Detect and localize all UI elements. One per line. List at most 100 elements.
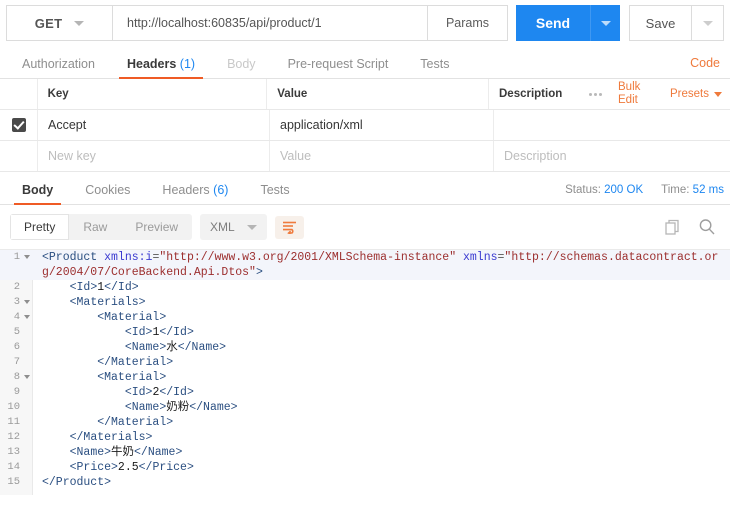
code-token: <Name> [124,341,167,354]
response-tab-tests[interactable]: Tests [244,182,305,205]
header-key-value: Accept [48,118,87,132]
status-value: 200 OK [604,184,644,196]
line-number: 10 [7,401,20,413]
http-method-label: GET [34,15,63,31]
bulk-edit-button[interactable]: Bulk Edit [614,81,654,107]
word-wrap-icon[interactable] [274,215,304,239]
tab-label: Tests [260,182,290,197]
new-header-value-input[interactable]: Value [270,141,494,171]
new-header-description-input[interactable]: Description [494,141,730,171]
line-number: 5 [13,326,20,338]
new-header-key-input[interactable]: New key [38,141,270,171]
dot [589,92,592,96]
presets-button[interactable]: Presets [654,88,730,100]
code-token: <Materials> [69,296,146,309]
status-badge: Status: 200 OK [565,184,643,196]
code-token: </Material> [97,356,174,369]
line-number: 14 [7,461,20,473]
code-line: 1 <Product xmlns:i="http://www.w3.org/200… [0,250,730,280]
response-tab-headers[interactable]: Headers (6) [146,183,244,205]
column-header-description: Description [499,88,563,100]
headers-table: Key Value Description Bulk Edit Presets … [0,79,730,172]
tab-label: Pre-request Script [287,56,389,71]
response-tab-body[interactable]: Body [6,183,69,205]
tab-headers[interactable]: Headers (1) [111,57,211,79]
code-line: 14 <Price>2.5</Price> [0,460,730,475]
code-token: </Name> [134,446,183,459]
fold-triangle-icon[interactable] [24,255,30,259]
line-number: 3 [0,295,33,310]
send-options-button[interactable] [590,5,620,41]
line-number: 8 [0,370,33,385]
code-line: 9 <Id>2</Id> [0,385,730,400]
response-format-select[interactable]: XML [200,214,267,240]
line-number: 2 [13,281,20,293]
code-token: xmlns:i [104,251,153,264]
send-button[interactable]: Send [516,5,590,41]
header-value-input[interactable]: application/xml [270,110,494,140]
code-link-label: Code [690,56,720,70]
row-enabled-checkbox[interactable] [11,118,26,132]
save-options-button[interactable] [691,5,724,41]
chevron-down-icon [714,91,722,97]
code-token: <Product [42,251,105,264]
tab-pre-request-script[interactable]: Pre-request Script [272,56,405,79]
code-line-text: </Material> [33,355,173,370]
save-button[interactable]: Save [629,5,691,41]
code-token: <Price> [69,461,118,474]
response-tab-cookies[interactable]: Cookies [69,183,146,205]
header-description-input[interactable] [494,110,730,140]
fold-triangle-icon[interactable] [24,315,30,319]
code-link[interactable]: Code [690,56,724,78]
code-token: </Id> [104,281,139,294]
chevron-down-icon [74,20,85,26]
code-token: <Id> [124,326,153,339]
response-body-viewer[interactable]: 1 <Product xmlns:i="http://www.w3.org/200… [0,249,730,495]
search-icon[interactable] [698,218,716,236]
tab-label: Body [227,56,256,71]
header-checkbox-column [0,79,38,109]
new-header-value-placeholder: Value [280,149,312,163]
headers-table-header-row: Key Value Description Bulk Edit Presets [0,79,730,110]
chevron-down-icon [600,20,611,26]
save-button-group: Save [629,5,724,41]
time-value: 52 ms [692,184,724,196]
code-line: 6 <Name>水</Name> [0,340,730,355]
tab-body[interactable]: Body [211,56,272,79]
line-number: 1 [0,250,33,280]
code-line-text: <Product xmlns:i="http://www.w3.org/2001… [33,250,730,280]
view-mode-preview[interactable]: Preview [121,214,192,240]
view-mode-pretty[interactable]: Pretty [10,214,70,240]
fold-triangle-icon[interactable] [24,300,30,304]
tab-tests[interactable]: Tests [404,57,465,79]
code-token: </Price> [138,461,194,474]
chevron-down-icon [246,224,257,230]
code-token: </Product> [42,476,112,489]
fold-triangle-icon[interactable] [24,375,30,379]
line-number: 4 [0,310,33,325]
request-url-input[interactable]: http://localhost:60835/api/product/1 [112,5,428,41]
http-method-select[interactable]: GET [6,5,112,41]
view-mode-raw[interactable]: Raw [69,214,121,240]
more-options-icon[interactable] [577,92,614,96]
line-number: 7 [13,356,20,368]
code-line-text: <Name>奶粉</Name> [33,400,238,415]
code-line-text: <Materials> [33,295,146,310]
copy-icon[interactable] [665,219,682,236]
line-number: 15 [7,476,20,488]
table-row[interactable]: Accept application/xml [0,110,730,141]
params-button[interactable]: Params [428,5,508,41]
tab-authorization[interactable]: Authorization [6,57,111,79]
code-line-text: <Material> [33,370,166,385]
header-key-input[interactable]: Accept [38,110,270,140]
code-line-text: <Material> [33,310,166,325]
code-token: </Material> [97,416,174,429]
table-row-new[interactable]: New key Value Description [0,141,730,172]
